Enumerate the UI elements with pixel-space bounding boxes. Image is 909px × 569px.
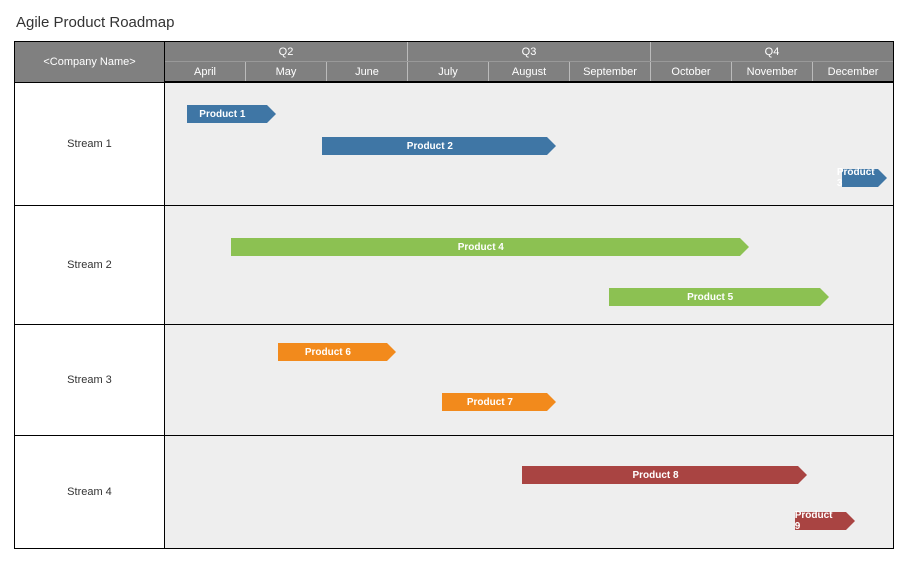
gantt-bar[interactable]: Product 7 [442,393,548,411]
bar-label: Product 5 [687,292,733,303]
stream-graph: Product 8 Product 9 [165,436,893,548]
bar-label: Product 1 [199,109,245,120]
stream-label: Stream 3 [15,325,165,435]
gantt-bar[interactable]: Product 6 [278,343,387,361]
gantt-bar[interactable]: Product 5 [609,288,820,306]
month-cell: June [327,62,408,81]
month-cell: September [570,62,651,81]
month-cell: August [489,62,570,81]
company-cell: <Company Name> [15,42,165,82]
page-title: Agile Product Roadmap [16,14,895,31]
stream-graph: Product 1 Product 2 Product 3 [165,83,893,205]
stream-label: Stream 4 [15,436,165,548]
bar-label: Product 9 [795,510,837,532]
gantt-bar[interactable]: Product 1 [187,105,267,123]
month-cell: October [651,62,732,81]
quarter-cell: Q4 [651,42,893,61]
quarter-cell: Q2 [165,42,408,61]
stream-label: Stream 2 [15,206,165,324]
gantt-bar[interactable]: Product 4 [231,238,741,256]
stream-graph: Product 4 Product 5 [165,206,893,324]
gantt-bar[interactable]: Product 3 [842,169,878,187]
bar-label: Product 2 [407,141,453,152]
bar-label: Product 8 [632,470,678,481]
month-cell: December [813,62,893,81]
month-cell: July [408,62,489,81]
bar-label: Product 3 [837,167,875,189]
month-cell: November [732,62,813,81]
gantt-bar[interactable]: Product 8 [522,466,799,484]
month-cell: May [246,62,327,81]
roadmap-grid: <Company Name> Q2 Q3 Q4 April May June J… [14,41,894,549]
bar-label: Product 6 [305,347,351,358]
bar-label: Product 7 [467,397,513,408]
month-cell: April [165,62,246,81]
gantt-bar[interactable]: Product 9 [795,512,846,530]
gantt-bar[interactable]: Product 2 [322,137,548,155]
quarter-cell: Q3 [408,42,651,61]
bar-label: Product 4 [458,242,504,253]
stream-label: Stream 1 [15,83,165,205]
stream-graph: Product 6 Product 7 [165,325,893,435]
